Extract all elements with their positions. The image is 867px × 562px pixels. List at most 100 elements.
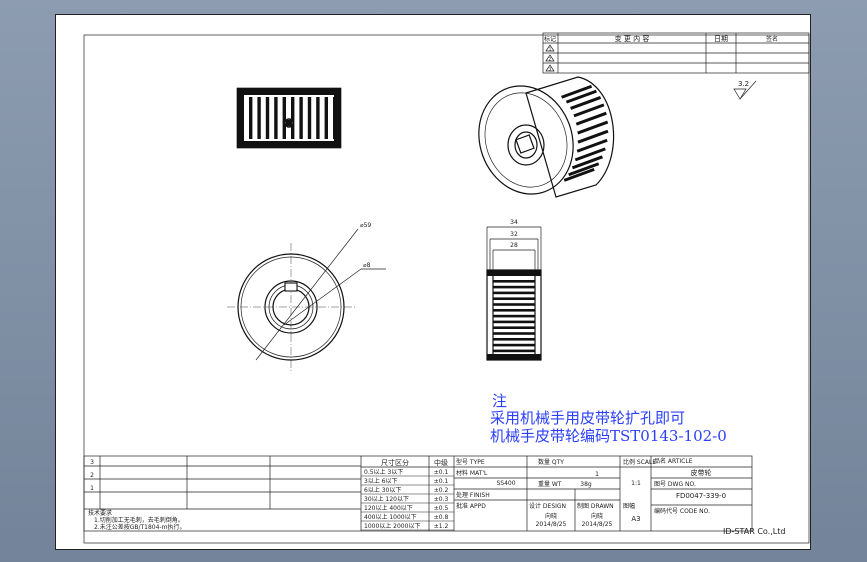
- dim-outer-dia: ⌀59: [360, 222, 371, 229]
- rev-col-sign: 签名: [766, 35, 778, 43]
- front-view: ⌀59 ⌀8: [227, 222, 386, 371]
- design-label: 设计 DESIGN: [529, 502, 566, 510]
- section-tooth: [493, 303, 535, 306]
- side-tooth: [316, 97, 320, 139]
- section-view: 34 32 28: [486, 219, 542, 361]
- note-line-2: 机械手皮带轮编码TST0143-102-0: [490, 427, 727, 445]
- tol-value: ±0.1: [434, 478, 449, 485]
- tol-value: ±0.8: [434, 514, 449, 521]
- tol-size: 1000以上 2000以下: [364, 522, 420, 530]
- tol-header-size: 尺寸区分: [381, 458, 409, 467]
- code-label: 编码代号 CODE NO.: [654, 507, 710, 515]
- side-view-top: [236, 87, 342, 149]
- designer: 向晓: [545, 512, 557, 520]
- size-label: 图幅: [623, 502, 635, 510]
- rev-col-mark: 标记: [544, 35, 556, 43]
- dim-width-mid: 32: [510, 231, 518, 238]
- tol-size: 0.5以上 3以下: [364, 468, 403, 476]
- side-tooth: [274, 97, 278, 139]
- side-tooth: [257, 97, 261, 139]
- rev-row-2: 2: [549, 57, 552, 62]
- tech-req-1: 1.切削加工无毛刺，去毛刺倒角。: [94, 516, 184, 524]
- drawn-date: 2014/8/25: [582, 521, 613, 528]
- side-tooth: [307, 97, 312, 139]
- side-tooth: [249, 97, 253, 139]
- approved-label: 批准 APPD: [456, 502, 486, 510]
- size-value: A3: [631, 515, 640, 523]
- drawn-label: 制图 DRAWN: [577, 502, 614, 510]
- weight-label: 重量 WT: [538, 480, 562, 488]
- left-row-2: 2: [90, 472, 94, 479]
- rev-row-3: 3: [549, 67, 552, 72]
- scale-value: 1:1: [631, 480, 641, 487]
- rev-col-date: 日期: [714, 35, 728, 43]
- tol-value: ±0.3: [434, 496, 449, 503]
- name-value: 皮带轮: [691, 468, 712, 477]
- tol-size: 120以上 400以下: [364, 504, 413, 512]
- section-tooth: [493, 349, 535, 353]
- drawing-no-label: 图号 DWG NO.: [654, 481, 696, 488]
- tol-size: 400以上 1000以下: [364, 513, 417, 521]
- dim-hole-dia: ⌀8: [363, 262, 371, 269]
- drafter: 向晓: [591, 512, 603, 520]
- section-tooth: [493, 332, 535, 335]
- side-tooth: [282, 97, 286, 139]
- tol-value: ±1.2: [434, 523, 449, 530]
- tol-size: 6以上 30以下: [364, 486, 401, 494]
- side-view-teeth: [249, 97, 337, 139]
- section-tooth: [493, 291, 535, 295]
- rev-col-change: 变 更 内 容: [615, 34, 650, 43]
- section-tooth: [493, 314, 535, 318]
- section-tooth: [493, 326, 535, 329]
- side-tooth: [265, 97, 270, 139]
- tech-req-title: 技术要求: [88, 509, 112, 517]
- left-row-1: 1: [90, 485, 94, 492]
- weight-value: 38g: [580, 481, 592, 488]
- drawing-no-value: FD0047-339-0: [676, 492, 726, 500]
- cad-drawing: 标记 变 更 内 容 日期 签名 1 2 3 3.2 ⌀59 ⌀8 34 32 …: [83, 32, 810, 544]
- dim-width-teeth: 28: [510, 242, 518, 249]
- title-block: 3 2 1 技术要求 1.切削加工无毛刺，去毛刺倒角。 2.未注公差按GB/T1…: [83, 455, 753, 532]
- surface-finish-value: 3.2: [738, 80, 749, 88]
- section-tooth: [493, 309, 535, 312]
- section-tooth: [493, 297, 535, 300]
- tol-size: 3以上 6以下: [364, 477, 398, 485]
- tolerance-rows: 0.5以上 3以下 ±0.1 3以上 6以下 ±0.1 6以上 30以下 ±0.2 30以上…: [361, 468, 454, 531]
- section-tooth: [493, 338, 535, 341]
- qty-label: 数量 QTY: [538, 458, 564, 466]
- tech-req-2: 2.未注公差按GB/T1804-m执行。: [94, 523, 185, 531]
- finish-label: 处理 FINISH: [456, 491, 490, 499]
- side-tooth: [299, 97, 303, 139]
- section-tooth: [493, 320, 535, 324]
- type-label: 型号 TYPE: [456, 458, 485, 466]
- material-value: SS400: [496, 480, 515, 487]
- side-tooth: [333, 97, 337, 139]
- tol-header-grade: 中级: [434, 458, 448, 467]
- rev-row-1: 1: [549, 47, 552, 52]
- tol-value: ±0.5: [434, 505, 449, 512]
- surface-finish-symbol: 3.2: [733, 80, 757, 100]
- note-heading: 注: [492, 392, 508, 410]
- section-tooth: [493, 280, 535, 283]
- tol-size: 30以上 120以下: [364, 495, 409, 503]
- side-tooth: [324, 97, 328, 139]
- note-line-1: 采用机械手用皮带轮扩孔即可: [490, 409, 686, 427]
- iso-teeth: [525, 76, 615, 198]
- revision-block: 标记 变 更 内 容 日期 签名 1 2 3: [542, 32, 810, 74]
- side-tooth: [291, 97, 295, 139]
- name-label: 品名 ARTICLE: [654, 457, 693, 465]
- isometric-view: [478, 76, 615, 198]
- left-row-3: 3: [90, 459, 94, 466]
- drawing-sheet: 标记 变 更 内 容 日期 签名 1 2 3 3.2 ⌀59 ⌀8 34 32 …: [55, 14, 811, 550]
- section-teeth: [492, 276, 536, 354]
- dim-width-total: 34: [510, 219, 518, 226]
- section-tooth: [493, 285, 535, 289]
- scale-label: 比例 SCALE: [623, 458, 656, 466]
- material-label: 材料 MAT'L: [456, 469, 488, 477]
- qty-value: 1: [595, 471, 599, 478]
- company-name: ID-STAR Co.,Ltd: [723, 527, 786, 536]
- tol-value: ±0.2: [434, 487, 449, 494]
- design-date: 2014/8/25: [536, 521, 567, 528]
- section-tooth: [493, 343, 535, 347]
- tol-value: ±0.1: [434, 469, 449, 476]
